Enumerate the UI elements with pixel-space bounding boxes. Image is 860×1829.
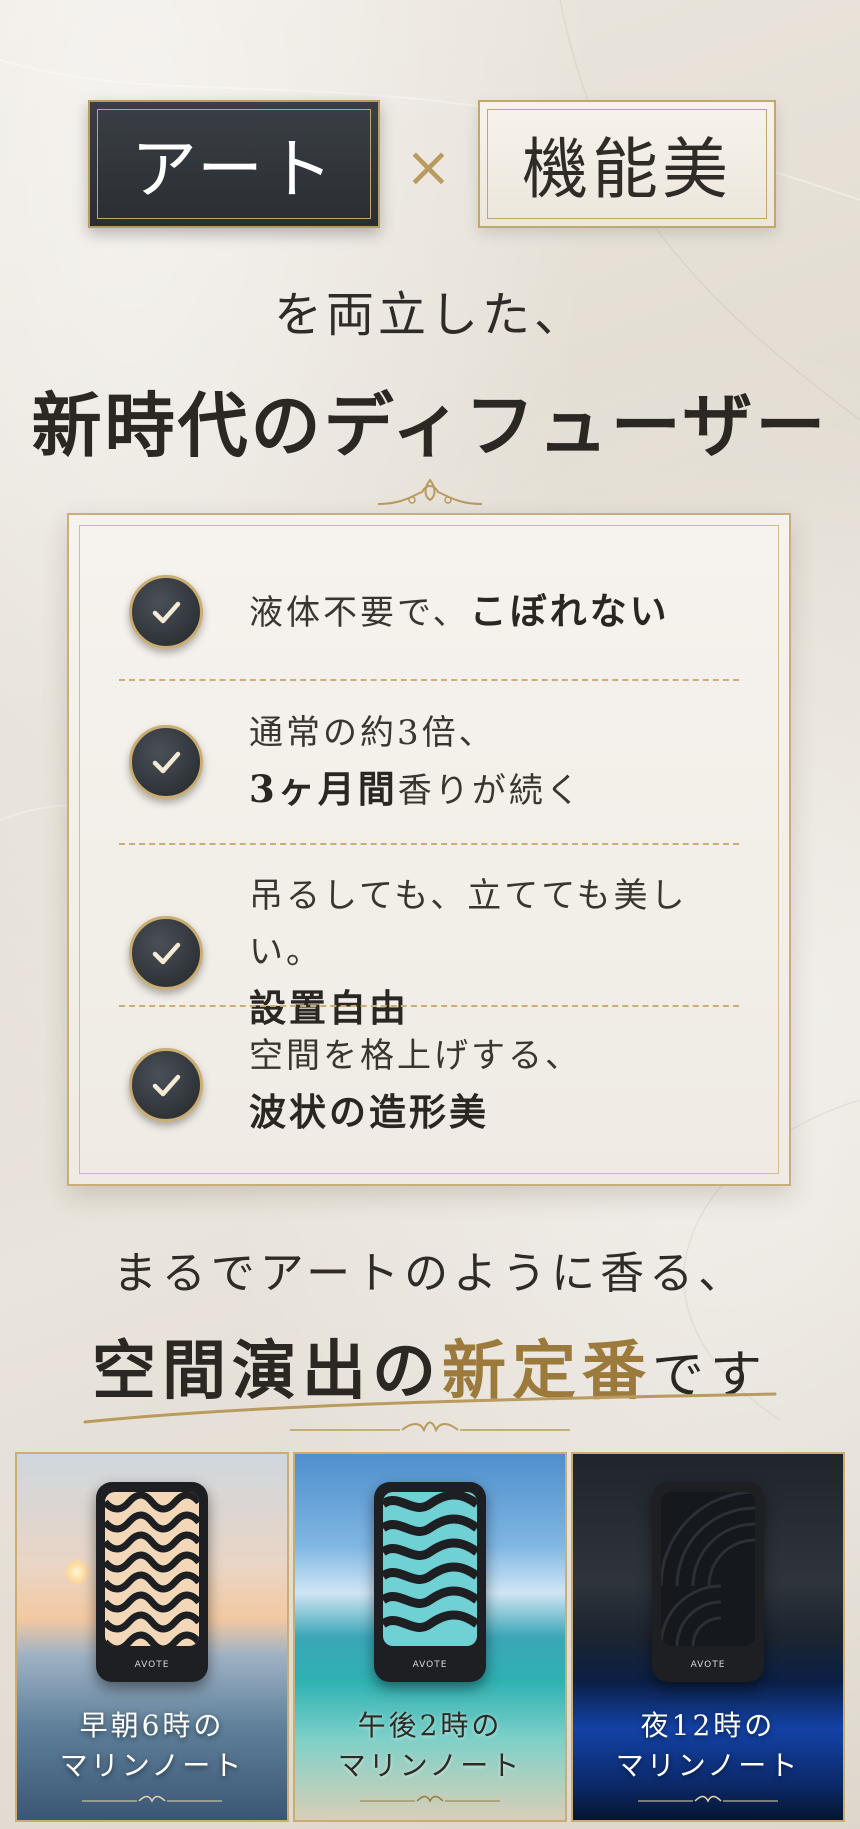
check-icon	[129, 725, 203, 799]
tagline-subline: まるでアートのように香る、	[112, 1248, 748, 1299]
panel-caption-line: マリンノート	[615, 1749, 801, 1782]
feature-text: 液体不要で、こぼれない	[249, 583, 670, 641]
heading-subline: を両立した、	[273, 287, 586, 343]
arc-pattern	[661, 1492, 755, 1646]
panel-caption-line: 早朝6時の	[79, 1709, 225, 1742]
diffuser-device: AVOTE	[374, 1482, 486, 1682]
function-beauty-badge: 機能美	[478, 100, 776, 228]
ornament-icon	[360, 1795, 500, 1803]
feature-item: 空間を格上げする、 波状の造形美	[129, 1028, 749, 1142]
brand-logo: AVOTE	[412, 1660, 448, 1670]
feature-item: 液体不要で、こぼれない	[129, 575, 749, 649]
feature-highlight: こぼれない	[469, 589, 670, 633]
feature-text: 通常の約3倍、 3ヶ月間香りが続く	[249, 705, 583, 819]
product-panels: AVOTE 早朝6時の マリンノート AVOTE 午後2時の マリンノート AV…	[15, 1452, 845, 1822]
brand-logo: AVOTE	[690, 1660, 726, 1670]
ornament-icon	[377, 478, 483, 505]
times-symbol: ×	[405, 135, 452, 200]
divider	[119, 1005, 739, 1007]
feature-highlight: 波状の造形美	[249, 1090, 489, 1134]
panel-afternoon[interactable]: AVOTE 午後2時の マリンノート	[293, 1452, 567, 1822]
feature-item: 吊るしても、立てても美しい。 設置自由	[129, 868, 749, 1038]
feature-line: 吊るしても、立てても美しい。	[249, 876, 688, 972]
feature-text: 吊るしても、立てても美しい。 設置自由	[249, 868, 749, 1038]
art-badge: アート	[88, 100, 380, 228]
check-icon	[129, 575, 203, 649]
feature-highlight: 3ヶ月間	[249, 767, 398, 811]
divider	[119, 679, 739, 681]
panel-caption-line: マリンノート	[337, 1749, 523, 1782]
feature-line: 液体不要で、	[249, 593, 470, 633]
divider	[119, 843, 739, 845]
features-card: 液体不要で、こぼれない 通常の約3倍、 3ヶ月間香りが続く 吊るしても、立てても…	[67, 513, 791, 1186]
feature-highlight: 設置自由	[249, 986, 409, 1030]
diffuser-device: AVOTE	[652, 1482, 764, 1682]
sun-icon	[65, 1560, 89, 1584]
function-beauty-badge-label: 機能美	[522, 131, 732, 208]
feature-item: 通常の約3倍、 3ヶ月間香りが続く	[129, 705, 749, 819]
check-icon	[129, 1048, 203, 1122]
panel-caption: 午後2時の マリンノート	[295, 1706, 565, 1786]
page-title: 新時代のディフューザー	[31, 384, 829, 467]
panel-morning[interactable]: AVOTE 早朝6時の マリンノート	[15, 1452, 289, 1822]
feature-line: 香りが続く	[397, 771, 583, 811]
panel-caption-line: 午後2時の	[357, 1709, 503, 1742]
ornament-icon	[82, 1795, 222, 1803]
panel-caption: 早朝6時の マリンノート	[17, 1706, 287, 1786]
check-icon	[129, 916, 203, 990]
feature-text: 空間を格上げする、 波状の造形美	[249, 1028, 582, 1142]
feature-line: 通常の約3倍、	[249, 713, 496, 753]
ornament-icon	[290, 1421, 570, 1433]
diffuser-device: AVOTE	[96, 1482, 208, 1682]
ornament-icon	[638, 1795, 778, 1803]
brand-logo: AVOTE	[134, 1660, 170, 1670]
lattice-pattern	[105, 1492, 199, 1646]
panel-caption-line: マリンノート	[59, 1749, 245, 1782]
art-badge-label: アート	[130, 131, 338, 208]
wave-pattern	[383, 1492, 477, 1646]
panel-night[interactable]: AVOTE 夜12時の マリンノート	[571, 1452, 845, 1822]
panel-caption: 夜12時の マリンノート	[573, 1706, 843, 1786]
feature-line: 空間を格上げする、	[249, 1036, 582, 1076]
panel-caption-line: 夜12時の	[640, 1709, 776, 1742]
